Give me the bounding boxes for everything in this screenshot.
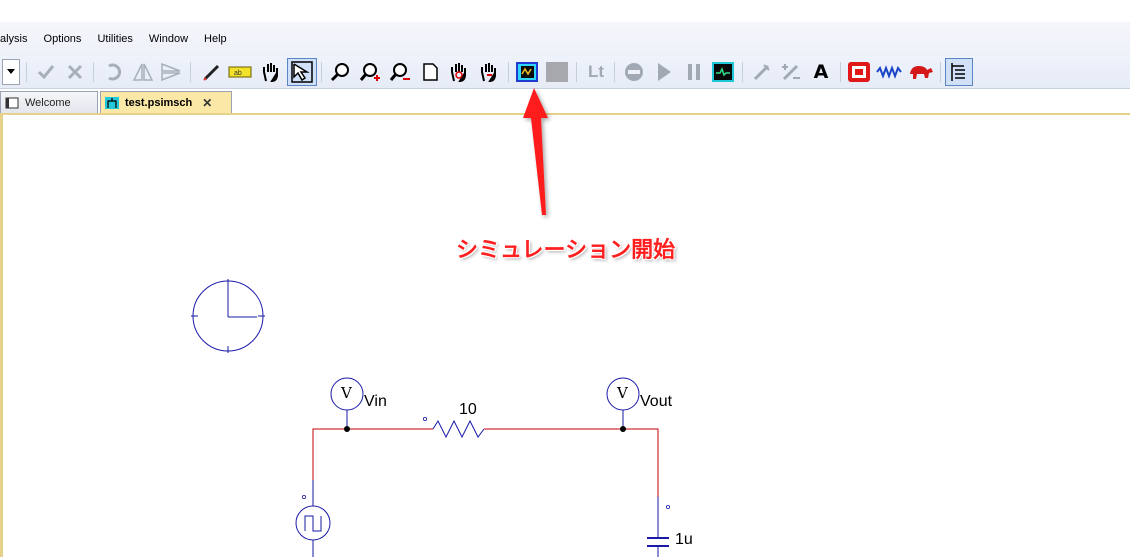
capacitor[interactable] <box>647 497 671 557</box>
capacitor-value: 1u <box>675 531 693 548</box>
probe-label-vout: Vout <box>640 393 673 410</box>
junction-dot <box>344 426 350 432</box>
resistor[interactable] <box>422 416 485 439</box>
square-wave-source[interactable] <box>295 480 331 557</box>
circuit-diagram <box>191 279 671 557</box>
wires <box>312 410 659 497</box>
probe-label-vin: Vin <box>364 393 387 410</box>
voltmeter-symbol: V <box>341 384 352 402</box>
resistor-value: 10 <box>459 401 477 418</box>
voltmeter-symbol: V <box>617 384 628 402</box>
junction-dot <box>620 426 626 432</box>
clock-element[interactable] <box>191 279 265 353</box>
